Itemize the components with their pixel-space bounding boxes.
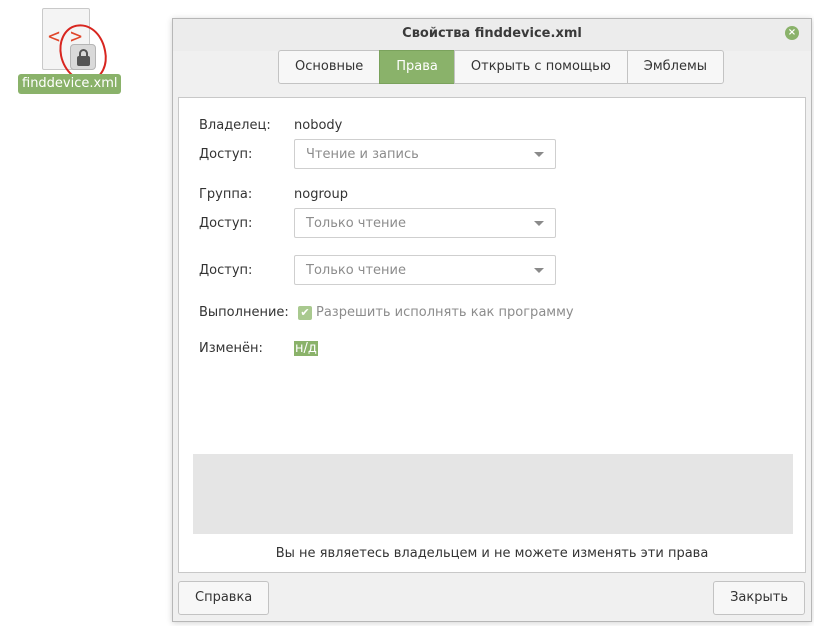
properties-dialog: Свойства finddevice.xml × Основные Права… (172, 18, 812, 622)
help-button[interactable]: Справка (178, 581, 270, 615)
ownership-warning: Вы не являетесь владельцем и не можете и… (275, 546, 709, 561)
owner-value: nobody (294, 118, 343, 133)
desktop-file-icon[interactable]: < > finddevice.xml (18, 8, 122, 98)
group-value: nogroup (294, 187, 348, 202)
owner-access-value: Чтение и запись (306, 147, 419, 162)
close-icon[interactable]: × (785, 26, 799, 40)
chevron-down-icon (534, 268, 544, 273)
tab-emblems[interactable]: Эмблемы (626, 50, 725, 84)
tab-open-with[interactable]: Открыть с помощью (453, 50, 628, 84)
owner-label: Владелец: (199, 118, 271, 133)
group-access-value: Только чтение (306, 216, 407, 231)
group-label: Группа: (199, 187, 253, 202)
others-access-label: Доступ: (199, 263, 253, 278)
chevron-down-icon (534, 152, 544, 157)
tab-bar: Основные Права Открыть с помощью Эмблемы (278, 50, 725, 84)
tab-basic[interactable]: Основные (278, 50, 381, 84)
titlebar[interactable]: Свойства finddevice.xml × (173, 19, 811, 51)
file-name-label[interactable]: finddevice.xml (18, 74, 122, 94)
info-area (193, 454, 793, 534)
execute-label: Выполнение: (199, 305, 289, 320)
window-title: Свойства finddevice.xml (402, 26, 582, 41)
others-access-value: Только чтение (306, 263, 407, 278)
group-access-label: Доступ: (199, 216, 253, 231)
tab-permissions[interactable]: Права (379, 50, 455, 84)
others-access-dropdown[interactable]: Только чтение (294, 255, 556, 285)
execute-checkbox[interactable]: ✔ (298, 306, 312, 320)
execute-checkbox-label[interactable]: Разрешить исполнять как программу (316, 305, 574, 320)
owner-access-dropdown[interactable]: Чтение и запись (294, 139, 556, 169)
group-access-dropdown[interactable]: Только чтение (294, 208, 556, 238)
close-button[interactable]: Закрыть (713, 581, 805, 615)
permissions-panel: Владелец: nobody Доступ: Чтение и запись… (178, 97, 806, 573)
modified-value: н/д (294, 341, 318, 356)
owner-access-label: Доступ: (199, 147, 253, 162)
modified-value-text: н/д (294, 341, 318, 356)
modified-label: Изменён: (199, 341, 263, 356)
chevron-down-icon (534, 221, 544, 226)
